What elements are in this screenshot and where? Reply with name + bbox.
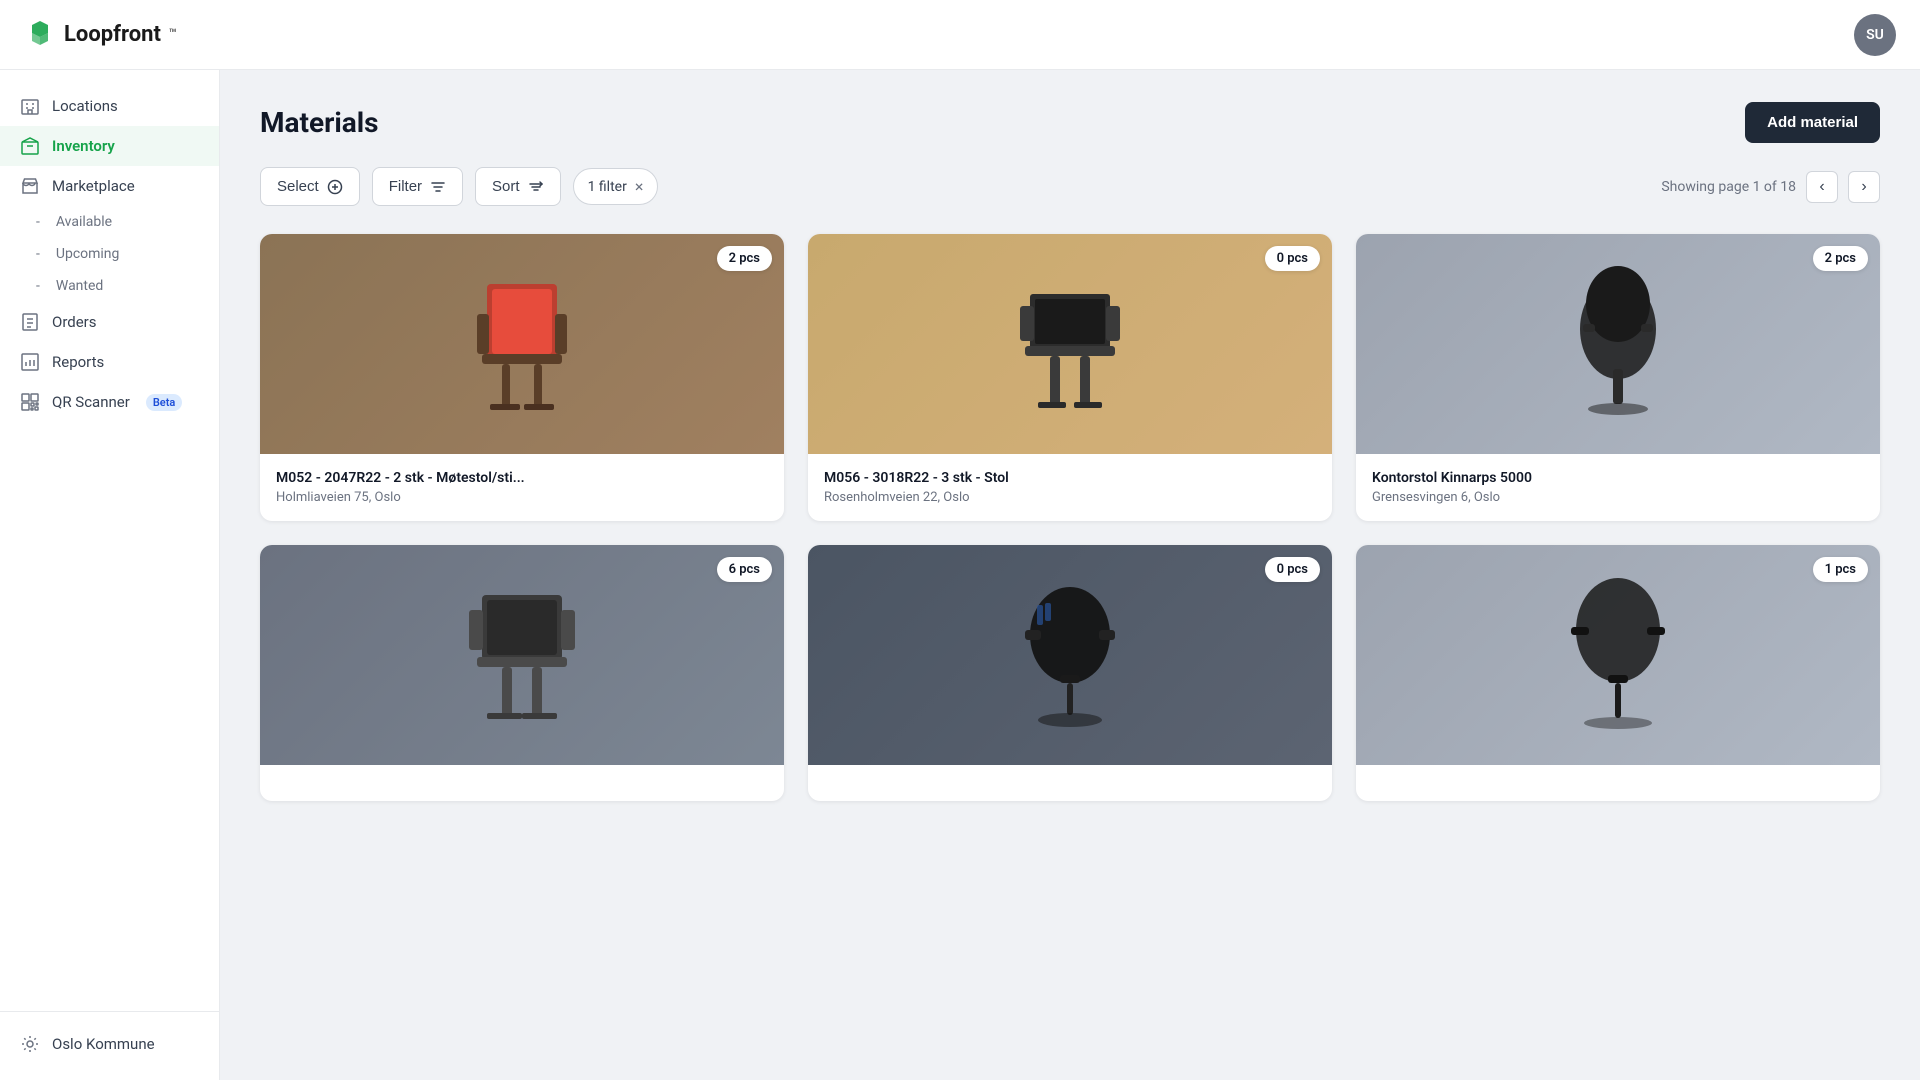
plus-circle-icon xyxy=(327,179,343,195)
card-body-2: M056 - 3018R22 - 3 stk - Stol Rosenholmv… xyxy=(808,454,1332,521)
chair-image-ergonomic xyxy=(808,545,1332,765)
active-filter-label: 1 filter xyxy=(588,179,627,195)
card-location-2: Rosenholmveien 22, Oslo xyxy=(824,490,1316,505)
sidebar-bottom: Oslo Kommune xyxy=(0,1011,219,1064)
page-header: Materials Add material xyxy=(260,102,1880,143)
sidebar: Locations Inventory Marketplace - Availa… xyxy=(0,70,220,1080)
sort-icon xyxy=(528,179,544,195)
chair-image-office xyxy=(1356,234,1880,454)
select-label: Select xyxy=(277,178,319,195)
qr-icon xyxy=(20,392,40,412)
toolbar: Select Filter Sort 1 f xyxy=(260,167,1880,206)
chair-image-red xyxy=(260,234,784,454)
material-card-5[interactable]: 0 pcs xyxy=(808,545,1332,801)
box-icon xyxy=(20,136,40,156)
pcs-badge-3: 2 pcs xyxy=(1813,246,1868,271)
pcs-badge-2: 0 pcs xyxy=(1265,246,1320,271)
sidebar-item-reports-label: Reports xyxy=(52,353,104,371)
card-body-1: M052 - 2047R22 - 2 stk - Møtestol/sti...… xyxy=(260,454,784,521)
cards-grid: 2 pcs M052 - 2047R22 - 2 stk - Møtestol/… xyxy=(260,234,1880,801)
sidebar-item-upcoming-label: Upcoming xyxy=(56,246,120,262)
sort-button[interactable]: Sort xyxy=(475,167,561,206)
pcs-badge-5: 0 pcs xyxy=(1265,557,1320,582)
dash-icon: - xyxy=(36,246,40,262)
sidebar-item-inventory-label: Inventory xyxy=(52,137,115,155)
sidebar-item-marketplace[interactable]: Marketplace xyxy=(0,166,219,206)
sort-label: Sort xyxy=(492,178,520,195)
pagination-label: Showing page 1 of 18 xyxy=(1661,179,1796,195)
card-image-3: 2 pcs xyxy=(1356,234,1880,454)
card-image-6: 1 pcs xyxy=(1356,545,1880,765)
logo-text: Loopfront xyxy=(64,22,161,47)
dash-icon: - xyxy=(36,278,40,294)
pcs-badge-1: 2 pcs xyxy=(717,246,772,271)
sidebar-item-available[interactable]: - Available xyxy=(0,206,219,238)
building-icon xyxy=(20,96,40,116)
card-title-1: M052 - 2047R22 - 2 stk - Møtestol/sti... xyxy=(276,470,768,486)
material-card-4[interactable]: 6 pcs xyxy=(260,545,784,801)
beta-badge: Beta xyxy=(146,394,183,411)
sidebar-item-locations-label: Locations xyxy=(52,97,118,115)
card-image-4: 6 pcs xyxy=(260,545,784,765)
pagination: Showing page 1 of 18 ‹ › xyxy=(1661,171,1880,203)
chair-image-gray xyxy=(260,545,784,765)
card-title-3: Kontorstol Kinnarps 5000 xyxy=(1372,470,1864,486)
user-avatar[interactable]: SU xyxy=(1854,14,1896,56)
card-body-6 xyxy=(1356,765,1880,801)
next-page-button[interactable]: › xyxy=(1848,171,1880,203)
material-card-2[interactable]: 0 pcs M056 - 3018R22 - 3 stk - Stol Rose… xyxy=(808,234,1332,521)
sidebar-item-upcoming[interactable]: - Upcoming xyxy=(0,238,219,270)
pcs-badge-6: 1 pcs xyxy=(1813,557,1868,582)
header: Loopfront ™ SU xyxy=(0,0,1920,70)
material-card-6[interactable]: 1 pcs xyxy=(1356,545,1880,801)
layout: Locations Inventory Marketplace - Availa… xyxy=(0,70,1920,1080)
sidebar-item-wanted[interactable]: - Wanted xyxy=(0,270,219,302)
settings-icon xyxy=(20,1034,40,1054)
card-image-5: 0 pcs xyxy=(808,545,1332,765)
sidebar-item-orders[interactable]: Orders xyxy=(0,302,219,342)
sidebar-item-qr-label: QR Scanner xyxy=(52,393,130,411)
active-filter-chip[interactable]: 1 filter × xyxy=(573,168,659,205)
logo-icon xyxy=(24,19,56,51)
card-body-5 xyxy=(808,765,1332,801)
sidebar-item-inventory[interactable]: Inventory xyxy=(0,126,219,166)
card-image-1: 2 pcs xyxy=(260,234,784,454)
page-title: Materials xyxy=(260,106,379,139)
card-image-2: 0 pcs xyxy=(808,234,1332,454)
sidebar-item-wanted-label: Wanted xyxy=(56,278,103,294)
card-location-1: Holmliaveien 75, Oslo xyxy=(276,490,768,505)
add-material-button[interactable]: Add material xyxy=(1745,102,1880,143)
sidebar-item-locations[interactable]: Locations xyxy=(0,86,219,126)
material-card-1[interactable]: 2 pcs M052 - 2047R22 - 2 stk - Møtestol/… xyxy=(260,234,784,521)
logo[interactable]: Loopfront ™ xyxy=(24,19,177,51)
sidebar-org-label: Oslo Kommune xyxy=(52,1035,155,1053)
sidebar-item-org[interactable]: Oslo Kommune xyxy=(0,1024,219,1064)
filter-button[interactable]: Filter xyxy=(372,167,463,206)
card-location-3: Grensesvingen 6, Oslo xyxy=(1372,490,1864,505)
sidebar-item-qr-scanner[interactable]: QR Scanner Beta xyxy=(0,382,219,422)
material-card-3[interactable]: 2 pcs Kontorstol Kinnarps 5000 Grensesvi… xyxy=(1356,234,1880,521)
prev-page-button[interactable]: ‹ xyxy=(1806,171,1838,203)
sidebar-item-marketplace-label: Marketplace xyxy=(52,177,135,195)
card-body-4 xyxy=(260,765,784,801)
main-content: Materials Add material Select Filter Sor… xyxy=(220,70,1920,1080)
pcs-badge-4: 6 pcs xyxy=(717,557,772,582)
store-icon xyxy=(20,176,40,196)
sidebar-item-orders-label: Orders xyxy=(52,313,97,331)
reports-icon xyxy=(20,352,40,372)
sidebar-item-available-label: Available xyxy=(56,214,112,230)
orders-icon xyxy=(20,312,40,332)
card-body-3: Kontorstol Kinnarps 5000 Grensesvingen 6… xyxy=(1356,454,1880,521)
filter-icon xyxy=(430,179,446,195)
logo-tm: ™ xyxy=(169,27,177,42)
chair-image-black2 xyxy=(1356,545,1880,765)
card-title-2: M056 - 3018R22 - 3 stk - Stol xyxy=(824,470,1316,486)
filter-label: Filter xyxy=(389,178,422,195)
select-button[interactable]: Select xyxy=(260,167,360,206)
chair-image-black1 xyxy=(808,234,1332,454)
dash-icon: - xyxy=(36,214,40,230)
sidebar-item-reports[interactable]: Reports xyxy=(0,342,219,382)
remove-filter-icon[interactable]: × xyxy=(635,177,644,196)
